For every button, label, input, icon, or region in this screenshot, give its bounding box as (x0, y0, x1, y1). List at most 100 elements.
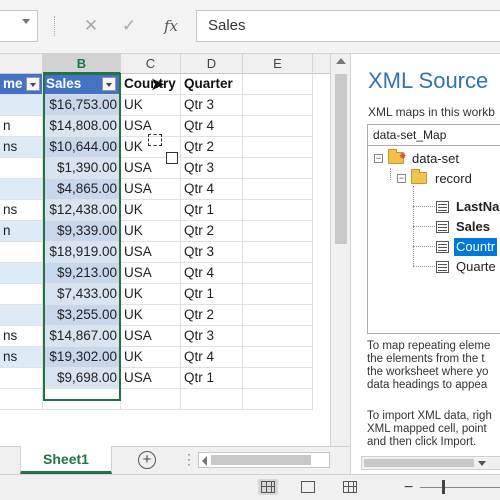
quarter-cell[interactable]: Qtr 1 (181, 368, 243, 389)
empty-cell[interactable] (243, 389, 313, 410)
country-cell[interactable]: UK (121, 221, 181, 242)
name-cell[interactable] (0, 158, 43, 179)
empty-cell[interactable] (0, 389, 43, 410)
country-cell[interactable]: UK (121, 200, 181, 221)
quarter-cell[interactable]: Qtr 2 (181, 221, 243, 242)
collapse-icon[interactable]: − (397, 174, 406, 183)
vertical-scrollbar[interactable] (330, 54, 350, 446)
name-cell[interactable]: n (0, 116, 43, 137)
sales-cell[interactable]: $9,213.00 (43, 263, 121, 284)
country-cell[interactable]: USA (121, 368, 181, 389)
name-cell[interactable]: n (0, 221, 43, 242)
column-header-e[interactable]: E (243, 54, 313, 74)
empty-cell[interactable] (243, 179, 313, 200)
sales-cell[interactable]: $9,339.00 (43, 221, 121, 242)
column-header-b[interactable]: B (43, 54, 121, 74)
horizontal-scrollbar[interactable] (198, 452, 330, 468)
scrollbar-thumb[interactable] (211, 455, 311, 465)
empty-cell[interactable] (243, 305, 313, 326)
sales-cell[interactable]: $7,433.00 (43, 284, 121, 305)
name-cell[interactable] (0, 263, 43, 284)
quarter-cell[interactable]: Qtr 3 (181, 95, 243, 116)
sales-cell[interactable]: $16,753.00 (43, 95, 121, 116)
sales-cell[interactable]: $14,867.00 (43, 326, 121, 347)
quarter-cell[interactable]: Qtr 3 (181, 326, 243, 347)
quarter-cell[interactable]: Qtr 1 (181, 200, 243, 221)
sales-cell[interactable]: $19,302.00 (43, 347, 121, 368)
empty-cell[interactable] (121, 389, 181, 410)
quarter-cell[interactable]: Qtr 1 (181, 284, 243, 305)
quarter-cell[interactable]: Qtr 4 (181, 263, 243, 284)
country-cell[interactable]: UK (121, 347, 181, 368)
empty-cell[interactable] (243, 347, 313, 368)
empty-cell[interactable] (243, 326, 313, 347)
quarter-cell[interactable]: Qtr 4 (181, 347, 243, 368)
page-layout-view-button[interactable] (298, 479, 318, 495)
name-cell[interactable]: ns (0, 326, 43, 347)
name-cell[interactable] (0, 242, 43, 263)
tree-node-record[interactable]: − record (397, 169, 500, 188)
column-header-a[interactable] (0, 54, 43, 74)
quarter-cell[interactable]: Qtr 3 (181, 158, 243, 179)
tree-node-data-set[interactable]: − ✸ data-set (374, 149, 500, 168)
name-cell[interactable] (0, 179, 43, 200)
worksheet-grid[interactable]: B C D E me Sales Country Quarter $16,753… (0, 54, 330, 446)
empty-cell[interactable] (243, 158, 313, 179)
tree-node-quarter[interactable]: Quarte (436, 258, 500, 276)
page-break-view-button[interactable] (340, 479, 360, 495)
pane-scrollbar[interactable] (361, 456, 500, 470)
scrollbar-thumb[interactable] (364, 459, 474, 467)
empty-cell[interactable] (243, 116, 313, 137)
plus-circle-icon[interactable]: + (138, 451, 156, 469)
scroll-left-icon[interactable] (202, 456, 207, 466)
empty-cell[interactable] (243, 242, 313, 263)
collapse-icon[interactable]: − (374, 154, 383, 163)
scroll-down-icon[interactable] (478, 461, 486, 466)
name-cell[interactable] (0, 305, 43, 326)
empty-cell[interactable] (243, 284, 313, 305)
country-cell[interactable]: USA (121, 179, 181, 200)
tree-node-country[interactable]: Countr (436, 238, 500, 256)
country-cell[interactable]: USA (121, 242, 181, 263)
empty-cell[interactable] (243, 137, 313, 158)
filter-dropdown-icon[interactable] (102, 77, 116, 91)
sheet-tab-sheet1[interactable]: Sheet1 (20, 446, 112, 474)
sales-cell[interactable]: $12,438.00 (43, 200, 121, 221)
header-sales-cell[interactable]: Sales (43, 74, 121, 95)
zoom-slider[interactable] (420, 487, 500, 488)
country-cell[interactable]: UK (121, 284, 181, 305)
sales-cell[interactable]: $4,865.00 (43, 179, 121, 200)
sales-cell[interactable]: $1,390.00 (43, 158, 121, 179)
empty-cell[interactable] (243, 263, 313, 284)
name-cell[interactable] (0, 368, 43, 389)
scroll-up-icon[interactable] (336, 58, 346, 64)
more-options-icon[interactable]: ⋮ (182, 451, 196, 468)
empty-cell[interactable] (243, 200, 313, 221)
header-quarter-cell[interactable]: Quarter (181, 74, 243, 95)
name-cell[interactable] (0, 95, 43, 116)
quarter-cell[interactable]: Qtr 2 (181, 137, 243, 158)
filter-dropdown-icon[interactable] (26, 77, 40, 91)
name-cell[interactable]: ns (0, 200, 43, 221)
empty-cell[interactable] (243, 74, 313, 95)
name-cell[interactable]: ns (0, 137, 43, 158)
tree-node-lastname[interactable]: LastNar (436, 198, 500, 216)
column-header-d[interactable]: D (181, 54, 243, 74)
empty-cell[interactable] (243, 221, 313, 242)
empty-cell[interactable] (181, 389, 243, 410)
scrollbar-thumb[interactable] (335, 74, 347, 244)
quarter-cell[interactable]: Qtr 3 (181, 242, 243, 263)
name-box-dropdown-icon[interactable] (22, 19, 30, 24)
empty-cell[interactable] (243, 368, 313, 389)
sales-cell[interactable]: $14,808.00 (43, 116, 121, 137)
insert-function-button[interactable]: fx (160, 14, 182, 38)
sales-cell[interactable]: $18,919.00 (43, 242, 121, 263)
check-icon[interactable]: ✓ (118, 14, 140, 38)
country-cell[interactable]: UK (121, 305, 181, 326)
name-cell[interactable] (0, 284, 43, 305)
country-cell[interactable]: USA (121, 263, 181, 284)
close-icon[interactable]: ✕ (80, 14, 102, 38)
xml-map-select[interactable]: data-set_Map (367, 124, 500, 146)
zoom-out-icon[interactable]: − (404, 479, 413, 497)
normal-view-button[interactable] (258, 479, 278, 495)
